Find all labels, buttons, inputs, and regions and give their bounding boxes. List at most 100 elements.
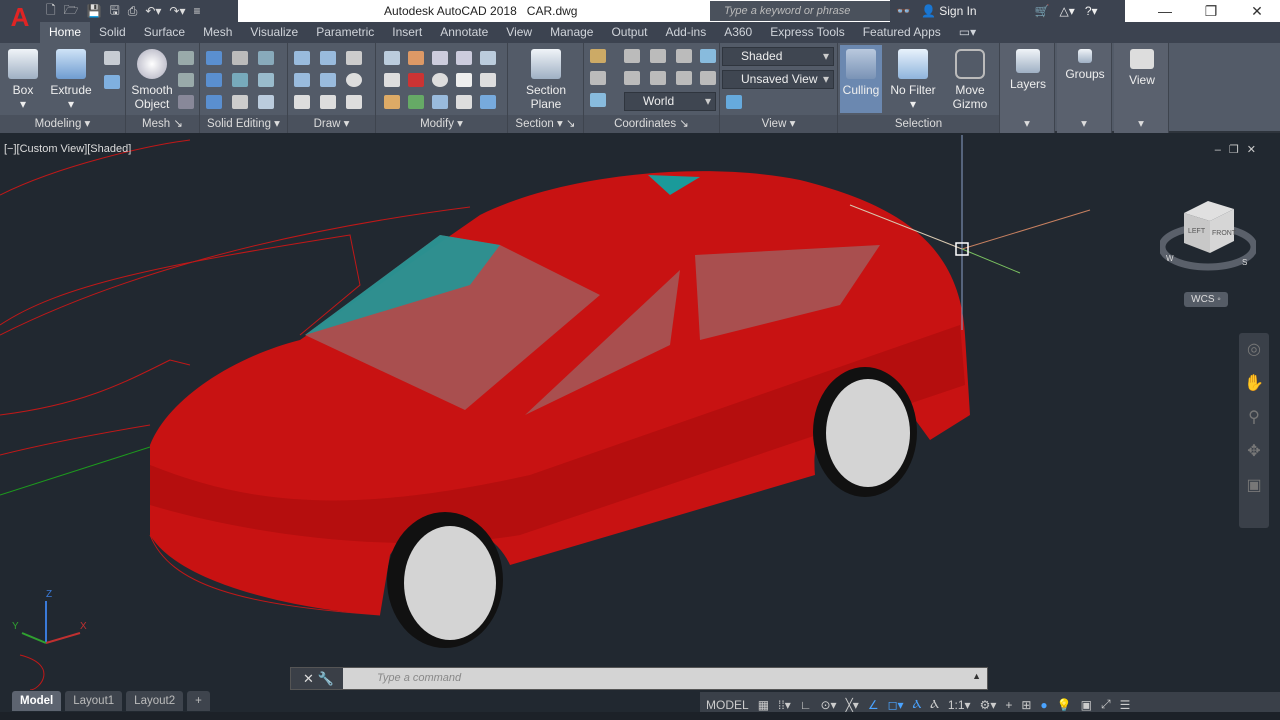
hardware-acceleration-icon[interactable]: ▣ [1081,698,1092,712]
showmotion-icon[interactable]: ▣ [1239,469,1269,503]
viewport-config-icon[interactable] [726,95,742,109]
fillet-edge-icon[interactable] [232,51,248,65]
ucs-3point-icon[interactable] [700,71,716,85]
a360-icon[interactable]: △▾ [1060,4,1075,18]
layers-expand[interactable]: ▾ [1000,115,1054,133]
tab-model[interactable]: Model [12,691,62,711]
save-icon[interactable]: 💾 [87,4,102,18]
layers-button[interactable]: Layers ▾ [1000,43,1055,133]
ucs-origin-icon[interactable] [624,49,640,63]
visual-style-dropdown[interactable]: Shaded [722,47,834,66]
close-command-icon[interactable]: ✕ [303,671,314,686]
union-icon[interactable] [206,51,222,65]
explode-icon[interactable] [384,51,400,65]
new-icon[interactable]: 🗋 [46,1,56,22]
tab-parametric[interactable]: Parametric [307,22,383,43]
mesh-panel-label[interactable]: Mesh ↘ [126,115,199,133]
viewport-controls-label[interactable]: [−][Custom View][Shaded] [4,143,131,155]
open-icon[interactable]: 🗁 [64,1,79,22]
ucs-icon[interactable] [590,49,606,63]
tab-express-tools[interactable]: Express Tools [761,22,853,43]
groups-expand[interactable]: ▾ [1057,115,1111,133]
helix-icon[interactable] [294,51,310,65]
ucs-x-icon[interactable] [590,71,606,85]
draw-panel-label[interactable]: Draw ▾ [288,115,375,133]
print-icon[interactable]: ⎙ [128,4,138,19]
workspace-gear-icon[interactable]: ⚙▾ [980,698,997,712]
tab-mesh[interactable]: Mesh [194,22,241,43]
customize-icon[interactable]: ≡ [194,4,201,18]
annotation-scale-button[interactable]: 1:1▾ [948,698,971,712]
modify-panel-label[interactable]: Modify ▾ [376,115,507,133]
ucs-named-icon[interactable] [590,93,606,107]
align-icon[interactable] [408,95,424,109]
view-expand[interactable]: ▾ [1114,115,1168,133]
ribbon-minimize-icon[interactable]: ▭▾ [950,22,985,43]
rotate-icon[interactable] [432,73,448,87]
customize-command-icon[interactable]: 🔧 [318,671,334,686]
minimize-icon[interactable]: — [1142,0,1188,22]
boundary-icon[interactable] [320,51,336,65]
zoom-icon[interactable]: ⚲ [1239,401,1269,435]
ucs-previous-icon[interactable] [624,71,640,85]
ortho-icon[interactable]: ∟ [800,698,812,712]
command-input[interactable]: Type a command [347,668,461,689]
quick-properties-icon[interactable]: ● [1040,698,1047,712]
extrude-button[interactable]: Extrude ▾ [50,49,92,111]
section-plane-button[interactable]: Section Plane [520,49,572,111]
move-gizmo-button[interactable]: Move Gizmo [946,49,994,111]
save-as-icon[interactable]: 🖫 [110,1,120,22]
close-icon[interactable]: ✕ [1234,0,1280,22]
isodraft-icon[interactable]: ╳▾ [846,698,859,712]
presspull-icon[interactable] [104,75,120,89]
application-menu-button[interactable]: A [0,0,40,43]
interfere-icon[interactable] [232,95,248,109]
line-icon[interactable] [320,73,336,87]
steering-wheel-icon[interactable]: ◎ [1239,333,1269,367]
view-panel-label[interactable]: View ▾ [720,115,837,133]
match-properties-icon[interactable] [384,95,400,109]
units-icon[interactable]: ⊞ [1021,698,1031,712]
tab-layout1[interactable]: Layout1 [65,691,123,711]
tab-visualize[interactable]: Visualize [241,22,307,43]
viewport-close-icon[interactable]: ✕ [1247,144,1264,156]
box-button[interactable]: Box ▾ [6,49,40,111]
undo-icon[interactable]: ↶▾ [145,4,161,18]
tab-featured-apps[interactable]: Featured Apps [854,22,950,43]
smooth-less-icon[interactable] [178,73,194,87]
ucs-face-icon[interactable] [700,49,716,63]
ellipse-icon[interactable] [346,95,362,109]
trim-icon[interactable] [480,51,496,65]
array-icon[interactable] [480,95,496,109]
autoscale-icon[interactable]: Ⲁ [930,697,939,712]
grid-icon[interactable]: ▦ [758,698,769,712]
polysolid-icon[interactable] [104,51,120,65]
tab-view[interactable]: View [497,22,541,43]
viewport-minimize-icon[interactable]: – [1215,144,1229,156]
coordinates-panel-label[interactable]: Coordinates ↘ [584,115,719,133]
tab-insert[interactable]: Insert [383,22,431,43]
solid-editing-panel-label[interactable]: Solid Editing ▾ [200,115,287,133]
viewport-restore-icon[interactable]: ❐ [1229,144,1247,156]
help-icon[interactable]: ?▾ [1085,4,1098,18]
fillet-icon[interactable] [480,73,496,87]
redo-icon[interactable]: ↷▾ [169,4,185,18]
model-viewport[interactable]: Z X Y [0,135,1280,690]
sign-in-button[interactable]: 👤 Sign In [921,4,977,18]
binoculars-icon[interactable]: 👓 [896,4,911,18]
tab-a360[interactable]: A360 [715,22,761,43]
modeling-panel-label[interactable]: Modeling ▾ [0,115,125,133]
restore-icon[interactable]: ❐ [1188,0,1234,22]
orbit-icon[interactable]: ✥ [1239,435,1269,469]
refine-mesh-icon[interactable] [178,95,194,109]
polar-icon[interactable]: ⊙▾ [820,698,836,712]
model-space-button[interactable]: MODEL [706,698,749,712]
annotation-visibility-icon[interactable]: Ⲁ [913,697,922,712]
ucs-z-icon[interactable] [676,71,692,85]
view-button[interactable]: View ▾ [1114,43,1169,133]
ucs-z-axis-icon[interactable] [650,71,666,85]
spline-icon[interactable] [294,73,310,87]
named-view-dropdown[interactable]: Unsaved View [722,70,834,89]
add-layout-button[interactable]: + [187,691,210,711]
rectangle-icon[interactable] [320,95,336,109]
